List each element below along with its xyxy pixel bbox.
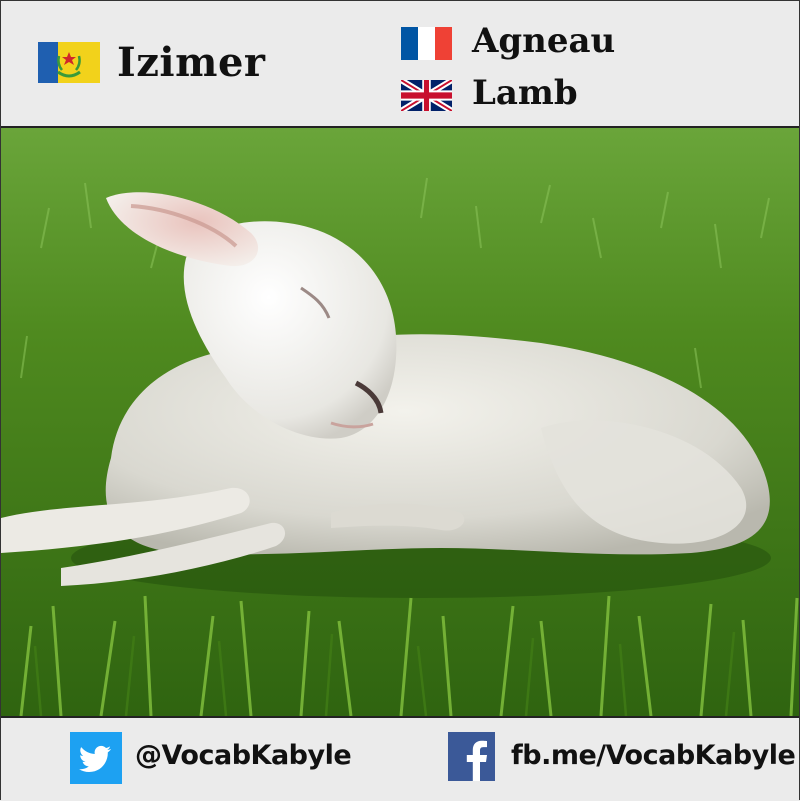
- facebook-link[interactable]: fb.me/VocabKabyle: [511, 740, 796, 771]
- facebook-icon[interactable]: [448, 732, 495, 781]
- twitter-handle[interactable]: @VocabKabyle: [135, 740, 352, 771]
- french-word: Agneau: [472, 21, 616, 61]
- twitter-icon[interactable]: [70, 732, 122, 784]
- footer: @VocabKabyle fb.me/VocabKabyle: [1, 716, 799, 801]
- vocab-card: Izimer Agneau Lamb @VocabKabyle fb.me/Vo…: [0, 0, 800, 801]
- uk-flag-icon: [401, 80, 452, 111]
- lamb-image: [1, 128, 799, 716]
- france-flag-icon: [401, 27, 452, 60]
- kabyle-word: Izimer: [117, 39, 266, 86]
- english-word: Lamb: [472, 73, 578, 113]
- kabyle-flag-icon: [38, 42, 100, 83]
- header: Izimer Agneau Lamb: [1, 1, 799, 128]
